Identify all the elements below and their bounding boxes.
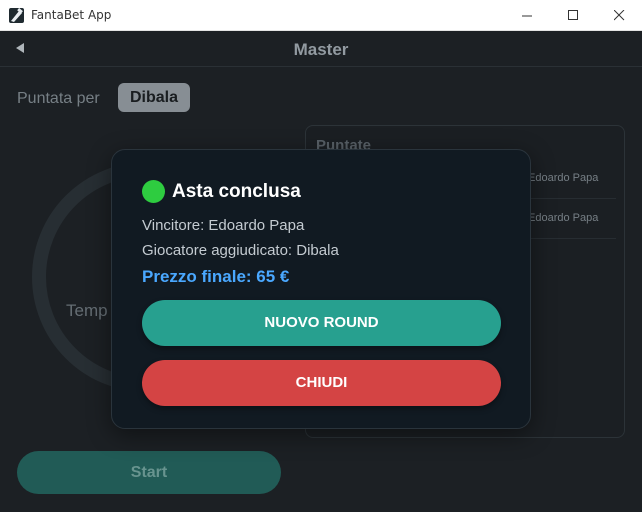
minimize-button[interactable] bbox=[504, 0, 550, 31]
awarded-player-text: Giocatore aggiudicato: Dibala bbox=[142, 242, 339, 259]
window-titlebar: FantaBet App bbox=[0, 0, 642, 31]
maximize-button[interactable] bbox=[550, 0, 596, 31]
new-round-button[interactable]: NUOVO ROUND bbox=[142, 300, 501, 346]
minimize-icon bbox=[521, 15, 532, 17]
dialog-title: Asta conclusa bbox=[172, 181, 301, 202]
close-icon bbox=[613, 10, 624, 21]
status-success-icon bbox=[142, 180, 165, 203]
final-price-text: Prezzo finale: 65 € bbox=[142, 267, 290, 286]
window-title: FantaBet App bbox=[31, 8, 112, 22]
app-logo-icon bbox=[9, 8, 24, 23]
maximize-icon bbox=[567, 10, 578, 20]
winner-text: Vincitore: Edoardo Papa bbox=[142, 217, 305, 234]
close-dialog-button[interactable]: CHIUDI bbox=[142, 360, 501, 406]
auction-result-dialog: Asta conclusa Vincitore: Edoardo Papa Gi… bbox=[111, 149, 531, 429]
close-window-button[interactable] bbox=[596, 0, 642, 31]
